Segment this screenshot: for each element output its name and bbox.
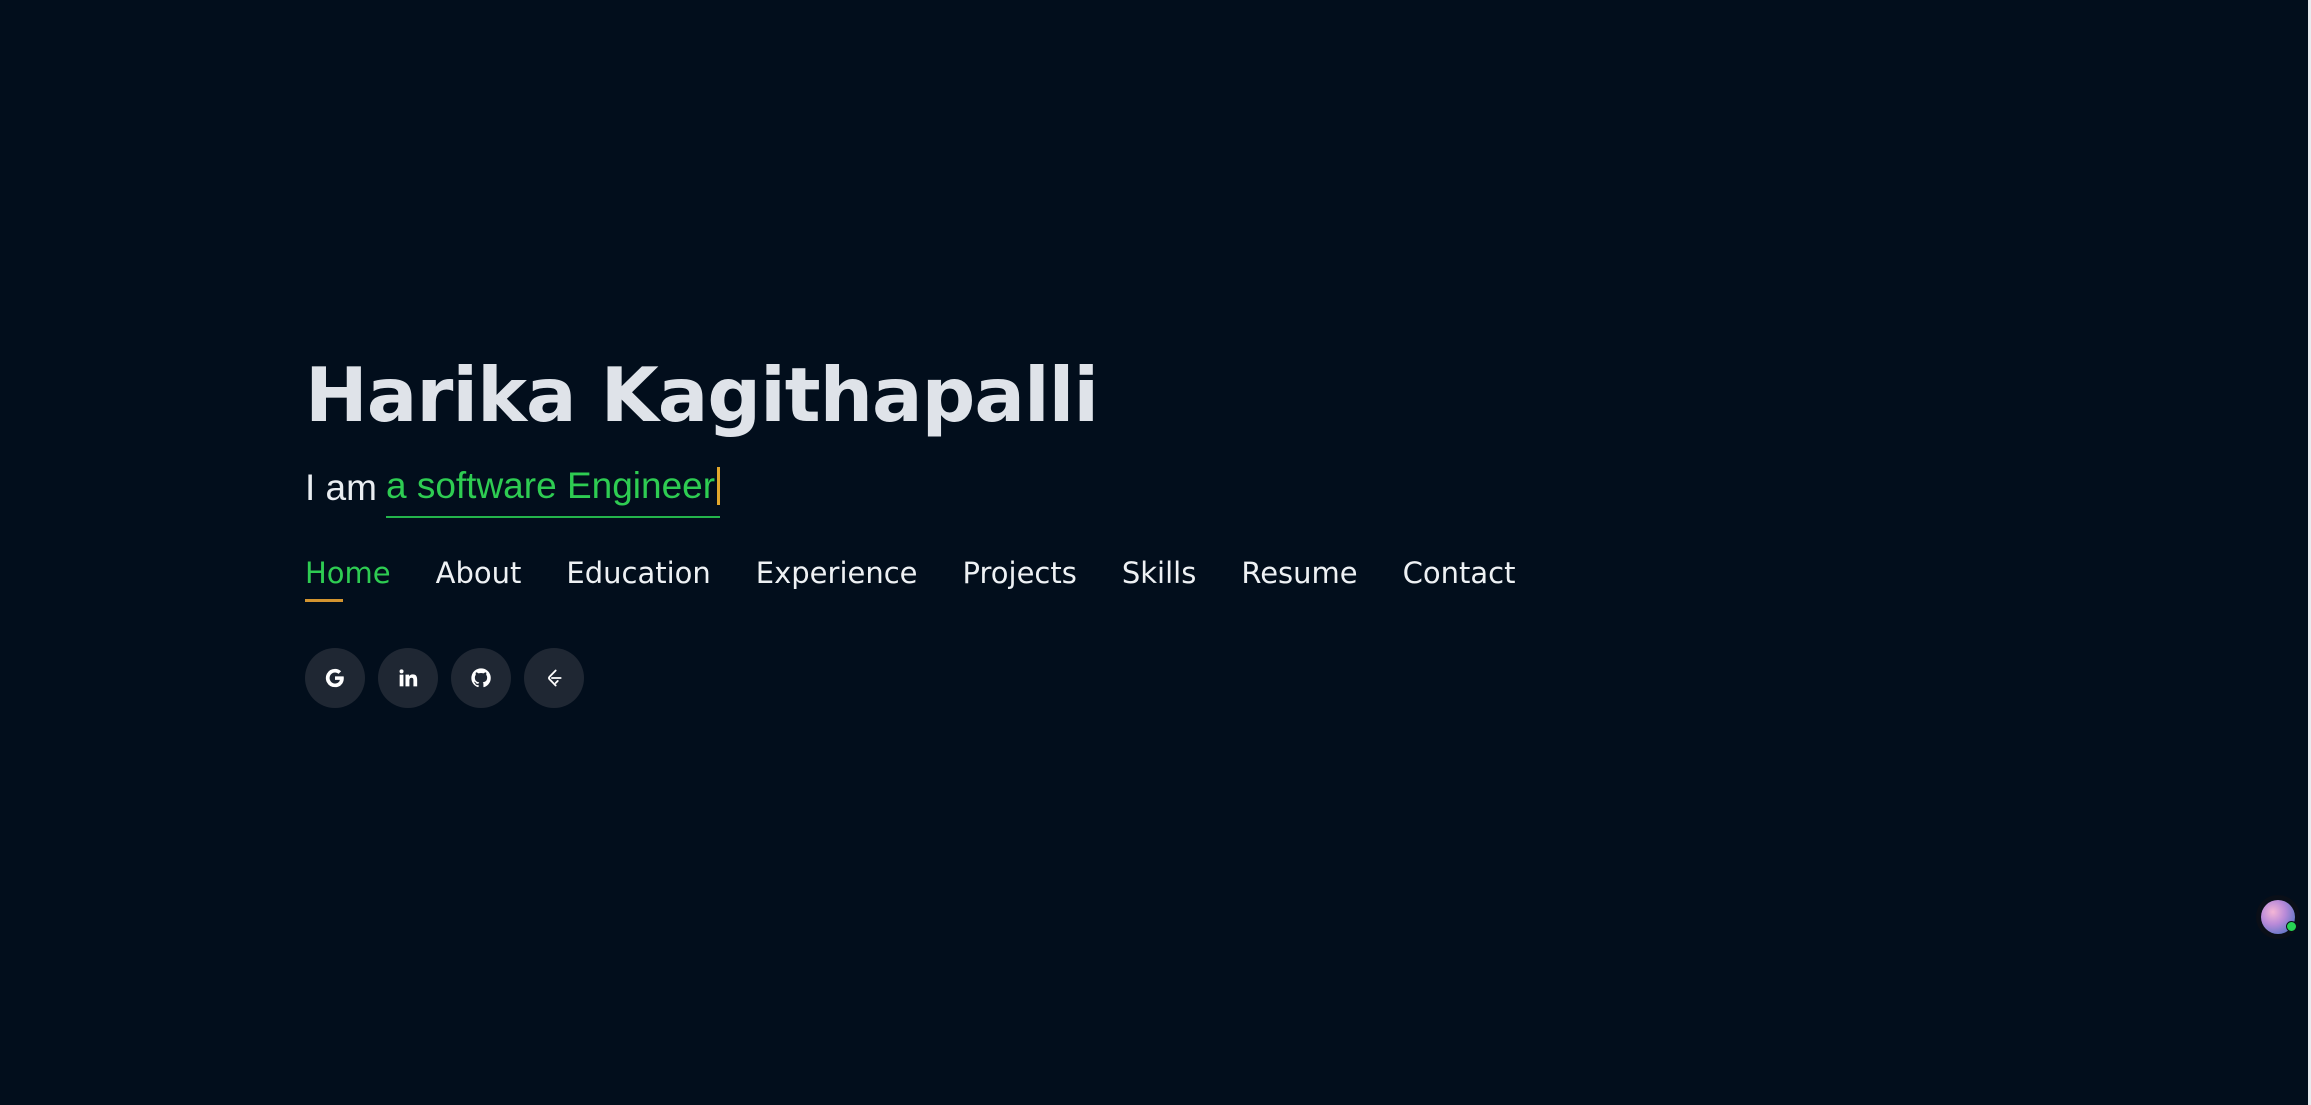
nav-item-contact[interactable]: Contact [1403,556,1516,602]
linkedin-icon [398,668,418,688]
nav-item-projects[interactable]: Projects [963,556,1077,602]
typed-text-wrapper: a software Engineer [385,465,721,518]
online-status-dot [2286,921,2297,932]
page: Harika Kagithapalli I am a software Engi… [0,0,2311,1105]
hero-section: Harika Kagithapalli I am a software Engi… [305,358,1515,708]
nav-item-home[interactable]: Home [305,556,391,602]
nav-item-experience[interactable]: Experience [756,556,918,602]
chat-widget-button[interactable] [2256,895,2300,939]
main-nav: Home About Education Experience Projects… [305,556,1515,602]
nav-item-resume[interactable]: Resume [1241,556,1357,602]
tagline-prefix: I am [305,467,377,508]
github-icon [470,667,492,689]
google-link[interactable] [305,648,365,708]
page-title: Harika Kagithapalli [305,351,1099,439]
avatar [2261,900,2297,934]
linkedin-link[interactable] [378,648,438,708]
google-icon [324,667,346,689]
leetcode-icon [544,668,564,688]
nav-item-education[interactable]: Education [566,556,710,602]
nav-item-skills[interactable]: Skills [1122,556,1196,602]
github-link[interactable] [451,648,511,708]
typed-text: a software Engineer [385,465,716,506]
tagline: I am a software Engineer [305,465,1515,518]
leetcode-link[interactable] [524,648,584,708]
nav-item-about[interactable]: About [436,556,522,602]
typing-cursor [717,467,721,505]
social-links [305,648,1515,708]
